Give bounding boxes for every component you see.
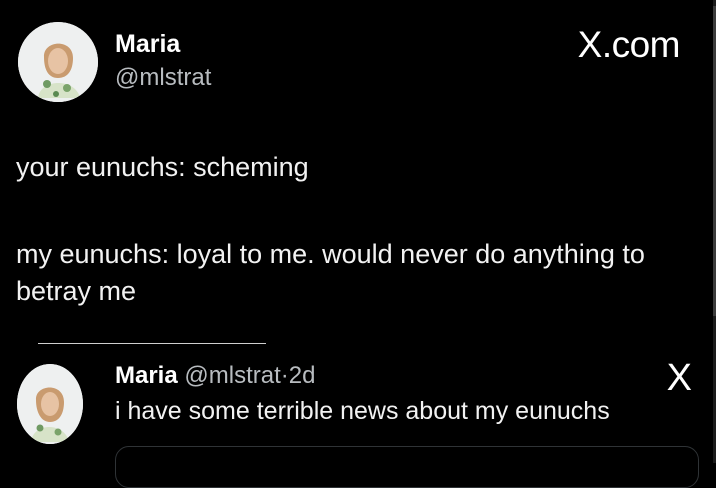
reply-text: i have some terrible news about my eunuc… xyxy=(115,397,610,425)
embedded-card[interactable] xyxy=(115,446,699,488)
reply-avatar[interactable] xyxy=(17,364,83,444)
author-name[interactable]: Maria xyxy=(115,30,180,59)
reply-header: Maria @mlstrat·2d xyxy=(115,362,315,390)
reply-author-handle[interactable]: @mlstrat xyxy=(184,362,280,389)
author-handle[interactable]: @mlstrat xyxy=(115,64,211,92)
reply-separator: · xyxy=(280,362,289,389)
tweet-text-line2: my eunuchs: loyal to me. would never do … xyxy=(16,239,645,306)
author-avatar[interactable] xyxy=(18,22,98,102)
tweet-text-line1: your eunuchs: scheming xyxy=(16,152,309,182)
x-logo-wordmark: X.com xyxy=(577,24,681,65)
x-logo-icon: X xyxy=(666,357,692,399)
divider xyxy=(38,343,266,344)
reply-age[interactable]: 2d xyxy=(289,362,316,389)
reply-author-name[interactable]: Maria xyxy=(115,362,178,389)
